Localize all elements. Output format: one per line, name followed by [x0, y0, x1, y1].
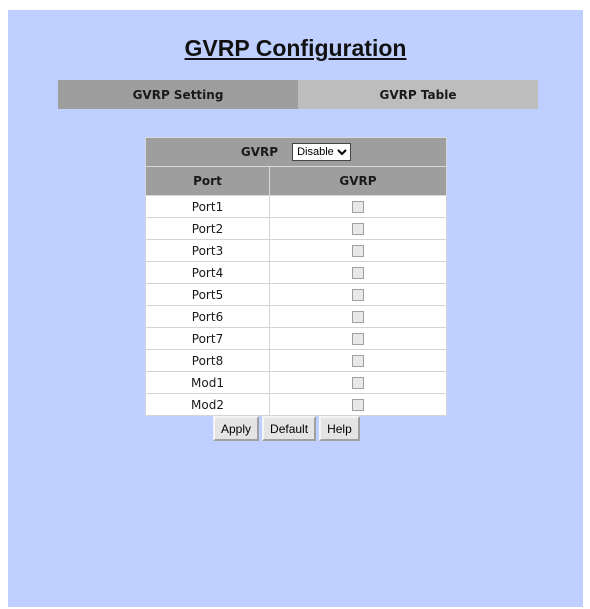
gvrp-mode-select[interactable]: Disable	[292, 143, 352, 161]
port-name: Port7	[145, 327, 270, 350]
gvrp-port-checkbox[interactable]	[352, 223, 364, 235]
table-header-row: Port GVRP	[145, 166, 447, 196]
port-name: Port3	[145, 239, 270, 262]
apply-button[interactable]: Apply	[213, 416, 260, 441]
gvrp-port-checkbox[interactable]	[352, 245, 364, 257]
gvrp-global-row: GVRP Disable	[145, 137, 447, 167]
table-row: Port3	[145, 239, 447, 262]
table-row: Mod2	[145, 393, 447, 416]
table-row: Port7	[145, 327, 447, 350]
content-panel: GVRP Configuration GVRP Setting GVRP Tab…	[8, 10, 583, 607]
gvrp-port-checkbox[interactable]	[352, 377, 364, 389]
gvrp-port-checkbox[interactable]	[352, 201, 364, 213]
table-row: Port1	[145, 195, 447, 218]
tab-gvrp-table[interactable]: GVRP Table	[298, 80, 538, 109]
gvrp-port-checkbox[interactable]	[352, 399, 364, 411]
gvrp-port-checkbox[interactable]	[352, 267, 364, 279]
port-name: Port5	[145, 283, 270, 306]
table-row: Port4	[145, 261, 447, 284]
table-row: Port2	[145, 217, 447, 240]
gvrp-port-checkbox[interactable]	[352, 289, 364, 301]
gvrp-port-checkbox[interactable]	[352, 311, 364, 323]
gvrp-global-label: GVRP	[240, 145, 279, 159]
gvrp-config-table: GVRP Disable Port GVRP Port1 Port2 Port3…	[145, 137, 447, 416]
port-name: Mod1	[145, 371, 270, 394]
gvrp-port-checkbox[interactable]	[352, 355, 364, 367]
action-buttons: Apply Default Help	[213, 416, 360, 441]
table-row: Port6	[145, 305, 447, 328]
table-row: Mod1	[145, 371, 447, 394]
page-title: GVRP Configuration	[184, 35, 407, 61]
port-name: Port6	[145, 305, 270, 328]
tab-gvrp-setting[interactable]: GVRP Setting	[58, 80, 298, 109]
tab-bar: GVRP Setting GVRP Table	[58, 80, 538, 109]
port-name: Port8	[145, 349, 270, 372]
column-header-gvrp: GVRP	[269, 166, 447, 196]
table-row: Port8	[145, 349, 447, 372]
column-header-port: Port	[145, 166, 270, 196]
port-name: Port1	[145, 195, 270, 218]
gvrp-port-checkbox[interactable]	[352, 333, 364, 345]
port-name: Port4	[145, 261, 270, 284]
default-button[interactable]: Default	[262, 416, 317, 441]
help-button[interactable]: Help	[319, 416, 360, 441]
port-name: Mod2	[145, 393, 270, 416]
port-name: Port2	[145, 217, 270, 240]
table-row: Port5	[145, 283, 447, 306]
